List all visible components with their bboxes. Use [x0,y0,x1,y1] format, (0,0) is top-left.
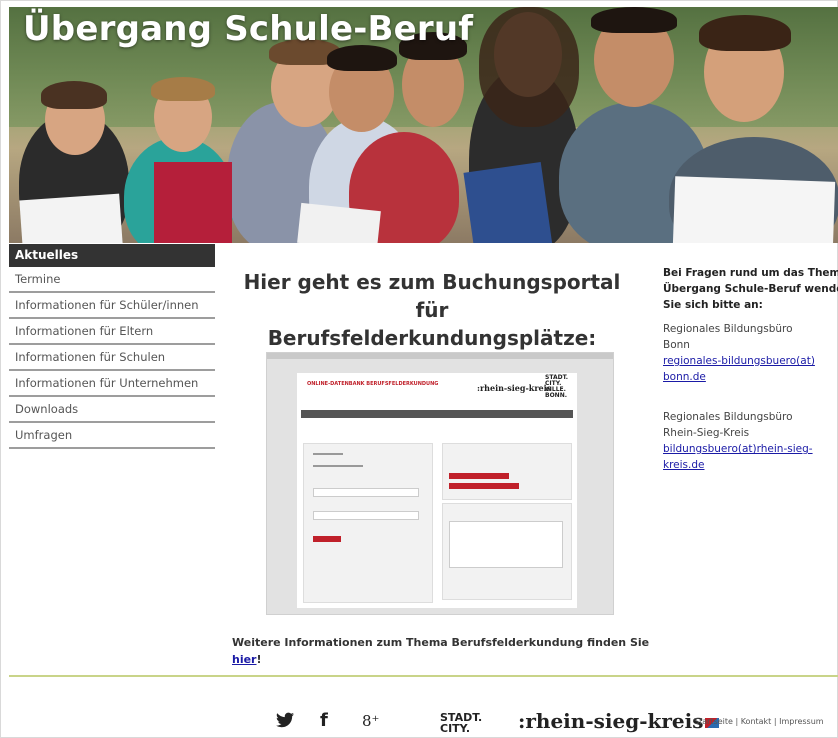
contact-question-line3: Sie sich bitte an: [663,299,763,311]
more-info-label: Weitere Informationen zum Thema Berufsfe… [232,636,650,649]
folder-white-1 [19,193,123,243]
sidebar-item-downloads[interactable]: Downloads [9,397,215,423]
student-7-hair [591,7,677,33]
portal-password-field [313,511,419,520]
footer-logo-bonn[interactable]: STADT. CITY. [440,712,482,734]
student-8-hair [699,15,791,51]
sidebar-item-unternehmen[interactable]: Informationen für Unternehmen [9,371,215,397]
twitter-icon[interactable] [276,712,294,732]
portal-info-box [449,521,563,568]
contact-rsk-name-1: Regionales Bildungsbüro [663,411,793,423]
folder-white-3 [672,176,836,243]
site-title: Übergang Schule-Beruf [23,9,474,49]
portal-register-panel [442,443,572,500]
google-plus-icon[interactable]: 8⁺ [362,712,379,730]
sidebar-item-termine[interactable]: Termine [9,267,215,293]
footer-logo-bonn-line2: CITY. [440,722,470,735]
sidebar-nav: Aktuelles Termine Informationen für Schü… [9,244,215,449]
portal-login-button [313,536,341,542]
footer-logo-rsk-text: :rhein-sieg-kreis [518,709,704,733]
contact-rsk: Regionales Bildungsbüro Rhein-Sieg-Kreis… [663,409,838,473]
hero-banner: Übergang Schule-Beruf [9,7,838,243]
contact-bonn-email-1[interactable]: regionales-bildungsbuero(at) [663,353,838,369]
contact-rsk-email-1[interactable]: bildungsbuero(at)rhein-sieg- [663,441,838,457]
portal-logo-bonn: STADT. CITY. VILLE. BONN. [545,374,569,399]
page-title-line2: Berufsfelderkundungsplätze: [267,326,597,350]
contact-question: Bei Fragen rund um das Thema Übergang Sc… [663,265,838,313]
footer-links[interactable]: Startseite | Kontakt | Impressum [694,717,824,726]
student-2-hair [151,77,215,101]
page-title-line1: Hier geht es zum Buchungsportal für [243,270,621,322]
portal-page: ONLINE-DATENBANK BERUFSFELDERKUNDUNG :rh… [297,373,577,608]
contact-rsk-email-2[interactable]: kreis.de [663,457,838,473]
footer-divider [9,675,838,677]
contact-column: Bei Fragen rund um das Thema Übergang Sc… [663,265,838,473]
portal-line [313,465,363,467]
sidebar-item-schulen[interactable]: Informationen für Schulen [9,345,215,371]
portal-top-bar [267,353,613,359]
contact-question-line2: Übergang Schule-Beruf wenden [663,283,838,295]
folder-blue [463,161,553,243]
portal-line [313,453,343,455]
portal-register-button-2 [449,483,519,489]
contact-bonn-email-2[interactable]: bonn.de [663,369,838,385]
contact-rsk-name-2: Rhein-Sieg-Kreis [663,427,750,439]
sidebar-heading[interactable]: Aktuelles [9,244,215,267]
portal-nav-bar [301,410,573,418]
page-title: Hier geht es zum Buchungsportal für Beru… [232,268,632,352]
student-1-hair [41,81,107,109]
more-info-suffix: ! [256,653,262,666]
student-6-hair [479,7,579,127]
booking-portal-screenshot[interactable]: ONLINE-DATENBANK BERUFSFELDERKUNDUNG :rh… [266,352,614,615]
portal-logo-rsk: :rhein-sieg-kreis [477,383,552,393]
portal-email-field [313,488,419,497]
sidebar-item-umfragen[interactable]: Umfragen [9,423,215,449]
contact-bonn-name-2: Bonn [663,339,690,351]
more-info-text: Weitere Informationen zum Thema Berufsfe… [232,634,652,668]
portal-title: ONLINE-DATENBANK BERUFSFELDERKUNDUNG [307,381,439,387]
facebook-icon[interactable]: f [320,710,328,731]
portal-login-panel [303,443,433,603]
sidebar-item-schueler[interactable]: Informationen für Schüler/innen [9,293,215,319]
portal-register-button-1 [449,473,509,479]
sidebar-item-eltern[interactable]: Informationen für Eltern [9,319,215,345]
footer-logo-rsk[interactable]: :rhein-sieg-kreis [518,709,720,733]
contact-bonn-name-1: Regionales Bildungsbüro [663,323,793,335]
contact-question-line1: Bei Fragen rund um das Thema [663,267,838,279]
contact-bonn: Regionales Bildungsbüro Bonn regionales-… [663,321,838,385]
more-info-link[interactable]: hier [232,653,257,666]
folder-red [154,162,232,243]
